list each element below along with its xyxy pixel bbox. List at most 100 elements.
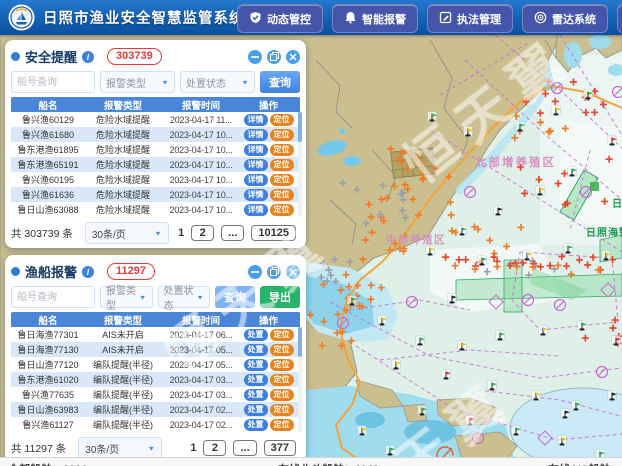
handle-button[interactable]: 处置 bbox=[244, 344, 268, 356]
page-ellipsis[interactable]: ... bbox=[221, 225, 244, 241]
table-row[interactable]: 鲁兴渔60129危险水域提醒2023-04-17 11...详情定位 bbox=[11, 112, 300, 127]
table-row[interactable]: 鲁日海渔77130AIS未开启2023-04-17 05...处置定位 bbox=[11, 342, 300, 357]
nav-item-coast-monitor[interactable]: 海岸监控 bbox=[617, 4, 622, 33]
cell-ship-name: 鲁兴渔60195 bbox=[11, 173, 85, 186]
table-row[interactable]: 鲁东港渔65191危险水域提醒2023-04-17 10...详情定位 bbox=[11, 157, 300, 172]
nav-item-shield-check[interactable]: 动态管控 bbox=[237, 4, 323, 33]
locate-button[interactable]: 定位 bbox=[270, 144, 294, 156]
handle-button[interactable]: 处置 bbox=[244, 419, 268, 431]
cell-ship-name: 鲁兴渔61127 bbox=[11, 418, 85, 431]
handle-button[interactable]: 处置 bbox=[244, 374, 268, 386]
cell-alarm-time: 2023-04-17 10... bbox=[161, 190, 241, 200]
detail-button[interactable]: 详情 bbox=[244, 114, 268, 126]
page-size-select[interactable]: 30条/页▼ bbox=[85, 222, 169, 244]
cell-alarm-time: 2023-04-17 05... bbox=[161, 360, 241, 370]
locate-button[interactable]: 定位 bbox=[270, 389, 294, 401]
handle-button[interactable]: 处置 bbox=[244, 404, 268, 416]
table-row[interactable]: 鲁兴渔77635编队提醒(半径)2023-04-17 03...处置定位 bbox=[11, 387, 300, 402]
cell-alarm-time: 2023-04-17 10... bbox=[161, 160, 241, 170]
locate-button[interactable]: 定位 bbox=[270, 204, 294, 216]
table-row[interactable]: 鲁东港渔61020编队提醒(半径)2023-04-17 03...处置定位 bbox=[11, 372, 300, 387]
page-button[interactable]: 1 bbox=[178, 227, 184, 239]
locate-button[interactable]: 定位 bbox=[270, 174, 294, 186]
restore-button[interactable] bbox=[267, 265, 281, 279]
locate-button[interactable]: 定位 bbox=[270, 159, 294, 171]
detail-button[interactable]: 详情 bbox=[244, 159, 268, 171]
query-button[interactable]: 查询 bbox=[215, 286, 255, 308]
cell-ship-name: 鲁日山渔77120 bbox=[11, 358, 85, 371]
table-scrollbar[interactable] bbox=[298, 327, 302, 432]
col-actions: 操作 bbox=[241, 98, 296, 112]
locate-button[interactable]: 定位 bbox=[270, 114, 294, 126]
table-row[interactable]: 鲁兴渔61127编队提醒(半径)2023-04-17 02...处置定位 bbox=[11, 417, 300, 432]
locate-button[interactable]: 定位 bbox=[270, 329, 294, 341]
page-button[interactable]: 2 bbox=[191, 225, 214, 241]
nav-item-radar[interactable]: 雷达系统 bbox=[522, 4, 608, 33]
detail-button[interactable]: 详情 bbox=[244, 144, 268, 156]
handle-button[interactable]: 处置 bbox=[244, 389, 268, 401]
locate-button[interactable]: 定位 bbox=[270, 344, 294, 356]
table-row[interactable]: 鲁日山渔63088危险水域提醒2023-04-17 10...详情定位 bbox=[11, 202, 300, 217]
restore-button[interactable] bbox=[267, 50, 281, 64]
cell-ship-name: 鲁东港渔61020 bbox=[11, 373, 85, 386]
close-icon[interactable] bbox=[286, 265, 300, 279]
chevron-down-icon: ▼ bbox=[147, 444, 155, 451]
handle-button[interactable]: 处置 bbox=[244, 329, 268, 341]
cell-ship-name: 鲁兴渔77635 bbox=[11, 388, 85, 401]
table-scrollbar[interactable] bbox=[298, 112, 302, 217]
detail-button[interactable]: 详情 bbox=[244, 129, 268, 141]
nav-item-label: 执法管理 bbox=[457, 11, 501, 27]
table-row[interactable]: 鲁兴渔61680危险水域提醒2023-04-17 10...详情定位 bbox=[11, 127, 300, 142]
alarm-type-select[interactable]: 报警类型▼ bbox=[100, 286, 153, 308]
ship-search-input[interactable] bbox=[11, 71, 95, 93]
total-count: 共 303739 条 bbox=[11, 226, 73, 241]
table-row[interactable]: 鲁东港渔61895危险水域提醒2023-04-17 10...详情定位 bbox=[11, 142, 300, 157]
table-row[interactable]: 鲁日山渔77120编队提醒(半径)2023-04-17 05...处置定位 bbox=[11, 357, 300, 372]
query-button[interactable]: 查询 bbox=[260, 71, 300, 93]
locate-button[interactable]: 定位 bbox=[270, 374, 294, 386]
page-button[interactable]: 2 bbox=[203, 440, 226, 456]
table-row[interactable]: 鲁兴渔61636危险水域提醒2023-04-17 10...详情定位 bbox=[11, 187, 300, 202]
detail-button[interactable]: 详情 bbox=[244, 189, 268, 201]
cell-actions: 处置定位 bbox=[241, 344, 296, 356]
table-row[interactable]: 鲁日山渔63983编队提醒(半径)2023-04-17 02...处置定位 bbox=[11, 402, 300, 417]
detail-button[interactable]: 详情 bbox=[244, 204, 268, 216]
locate-button[interactable]: 定位 bbox=[270, 129, 294, 141]
table-row[interactable]: 鲁兴渔60195危险水域提醒2023-04-17 10...详情定位 bbox=[11, 172, 300, 187]
table-row[interactable]: 鲁日海渔77301AIS未开启2023-04-17 06...处置定位 bbox=[11, 327, 300, 342]
locate-button[interactable]: 定位 bbox=[270, 419, 294, 431]
safety-reminder-panel: 安全提醒 i 303739 报警类型▼ 处置状态▼ 查询 船名 报警类型 报警时… bbox=[5, 40, 306, 248]
close-icon[interactable] bbox=[286, 50, 300, 64]
locate-button[interactable]: 定位 bbox=[270, 359, 294, 371]
cell-ship-name: 鲁日海渔77130 bbox=[11, 343, 85, 356]
alarm-type-select[interactable]: 报警类型▼ bbox=[100, 71, 175, 93]
locate-button[interactable]: 定位 bbox=[270, 404, 294, 416]
page-button[interactable]: 10125 bbox=[251, 225, 296, 241]
cell-alarm-type: 编队提醒(半径) bbox=[85, 358, 161, 371]
handle-button[interactable]: 处置 bbox=[244, 359, 268, 371]
page-button[interactable]: 377 bbox=[264, 440, 296, 456]
detail-button[interactable]: 详情 bbox=[244, 174, 268, 186]
handle-status-select[interactable]: 处置状态▼ bbox=[158, 286, 211, 308]
minimize-button[interactable] bbox=[248, 265, 262, 279]
page-size-select[interactable]: 30条/页▼ bbox=[78, 437, 162, 459]
nav-item-alarm-bell[interactable]: 智能报警 bbox=[332, 4, 418, 33]
cell-actions: 详情定位 bbox=[241, 159, 296, 171]
page-button[interactable]: 1 bbox=[190, 442, 196, 454]
info-icon[interactable]: i bbox=[82, 51, 94, 63]
info-icon[interactable]: i bbox=[82, 266, 94, 278]
cell-actions: 详情定位 bbox=[241, 189, 296, 201]
alarm-table: 船名 报警类型 报警时间 操作 鲁日海渔77301AIS未开启2023-04-1… bbox=[11, 312, 300, 432]
bottom-status-bar: 全部船舶：3000在线北斗船舶：1142在线AIS船舶：1294 bbox=[0, 457, 622, 466]
export-button[interactable]: 导出 bbox=[260, 286, 300, 308]
chevron-down-icon: ▼ bbox=[154, 229, 162, 236]
vessel-alarm-panel: 渔船报警 i 11297 报警类型▼ 处置状态▼ 查询 导出 船名 报警类型 报… bbox=[5, 255, 306, 462]
minimize-button[interactable] bbox=[248, 50, 262, 64]
page-ellipsis[interactable]: ... bbox=[233, 440, 256, 456]
nav-item-law-edit[interactable]: 执法管理 bbox=[427, 4, 513, 33]
locate-button[interactable]: 定位 bbox=[270, 189, 294, 201]
ship-search-input[interactable] bbox=[11, 286, 95, 308]
panel-title: 渔船报警 bbox=[25, 262, 77, 281]
handle-status-select[interactable]: 处置状态▼ bbox=[180, 71, 255, 93]
pagination-bar: 共 303739 条 30条/页▼ 12... 10125 bbox=[11, 222, 300, 244]
